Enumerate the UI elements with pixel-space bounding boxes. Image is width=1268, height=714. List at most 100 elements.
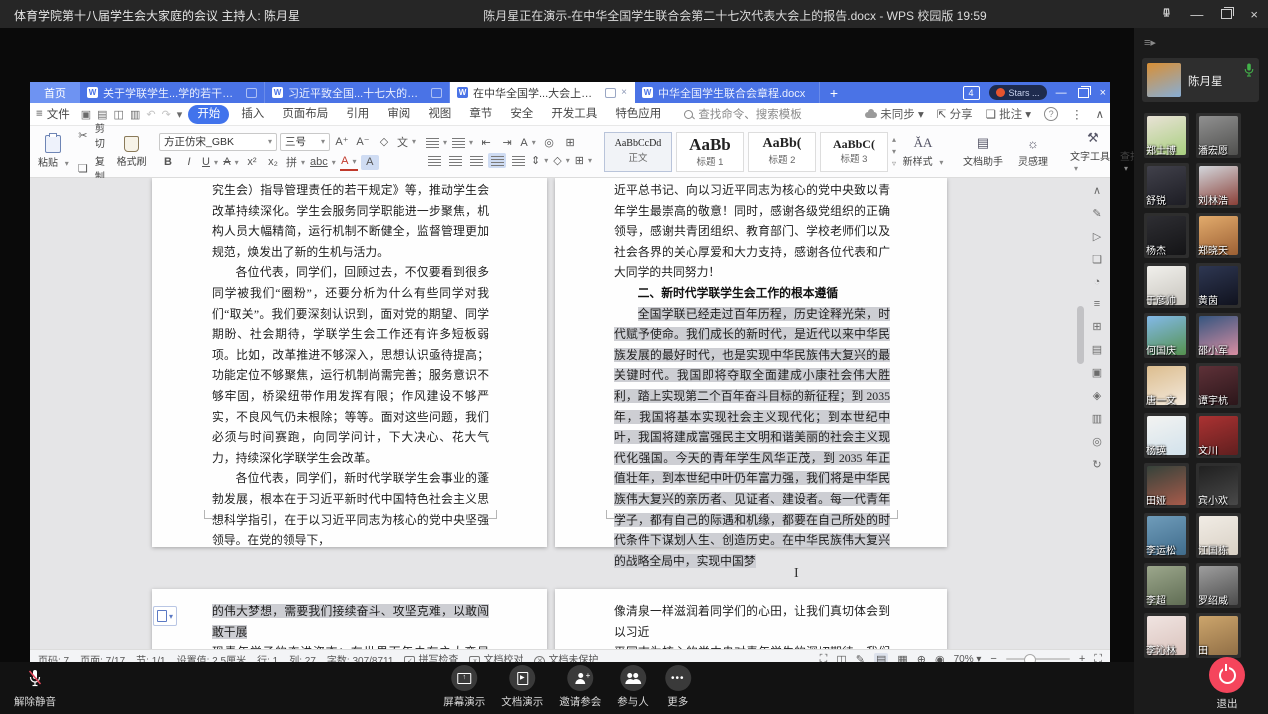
- unmute-button[interactable]: 解除静音: [14, 665, 56, 709]
- style-gallery-down-icon[interactable]: ▾: [892, 147, 896, 156]
- restore-button[interactable]: [1221, 9, 1232, 19]
- scroll-up-icon[interactable]: ∧: [1093, 184, 1101, 197]
- increase-font-icon[interactable]: A⁺: [333, 134, 351, 149]
- char-scale-button[interactable]: A▾: [519, 135, 537, 150]
- participant-tile[interactable]: 杨杰: [1144, 213, 1189, 258]
- select-cursor-icon[interactable]: ▷: [1093, 230, 1101, 243]
- participant-tile[interactable]: 唐一文: [1144, 363, 1189, 408]
- subscript-button[interactable]: x₂: [264, 155, 282, 170]
- participant-tile[interactable]: 杨瑛: [1144, 413, 1189, 458]
- bullets-button[interactable]: ▾: [425, 135, 448, 150]
- participant-tile[interactable]: 李超: [1144, 563, 1189, 608]
- more-button[interactable]: ••• 更多: [665, 665, 691, 709]
- sync-status[interactable]: 未同步 ▾: [865, 106, 923, 122]
- document-area[interactable]: 究生会）指导管理责任的若干规定》等，推动学生会改革持续深化。学生会服务同学职能进…: [30, 178, 1110, 649]
- command-search[interactable]: 查找命令、搜索模板: [684, 106, 802, 122]
- participant-tile[interactable]: 李沁林: [1144, 613, 1189, 658]
- bold-button[interactable]: B: [159, 155, 177, 170]
- participant-tile[interactable]: 田: [1196, 613, 1241, 658]
- doc-page-right[interactable]: 近平总书记、向以习近平同志为核心的党中央致以青年学生最崇高的敬意！同时，感谢各级…: [555, 178, 947, 547]
- enclose-char-button[interactable]: ◎: [540, 135, 558, 150]
- menu-dev-tools[interactable]: 开发工具: [542, 105, 606, 124]
- participant-tile[interactable]: 潘宏愿: [1196, 113, 1241, 158]
- align-center-button[interactable]: [446, 153, 464, 168]
- print-preview-icon[interactable]: ▥: [130, 108, 140, 121]
- participant-tile[interactable]: 宾小欢: [1196, 463, 1241, 508]
- history-pane-icon[interactable]: ↻: [1092, 458, 1101, 471]
- edit-pen-icon[interactable]: ✎: [1092, 207, 1101, 220]
- highlight-color-button[interactable]: A: [361, 155, 379, 170]
- asian-layout-button[interactable]: ⊞: [561, 135, 579, 150]
- underline-button[interactable]: U▾: [201, 155, 219, 170]
- borders-button[interactable]: ⊞▾: [574, 153, 593, 168]
- phonetic-guide-button[interactable]: 拼▾: [285, 155, 306, 170]
- wps-close-button[interactable]: ×: [1100, 87, 1106, 99]
- tab-doc2[interactable]: W 习近平致全国...十七大的贺信: [265, 82, 450, 103]
- wps-restore-button[interactable]: [1078, 88, 1089, 98]
- font-family-select[interactable]: 方正仿宋_GBK▾: [159, 133, 277, 151]
- screen-share-button[interactable]: ↑ 屏幕演示: [443, 665, 485, 709]
- redo-icon[interactable]: ↷: [162, 108, 171, 121]
- participant-tile[interactable]: 李运松: [1144, 513, 1189, 558]
- grid-pane-icon[interactable]: ⊞: [1092, 320, 1101, 333]
- align-left-button[interactable]: [425, 153, 443, 168]
- host-tile[interactable]: 陈月星: [1142, 58, 1259, 102]
- style-gallery-more-icon[interactable]: ▿: [892, 159, 896, 168]
- menu-view[interactable]: 视图: [419, 105, 460, 124]
- style-gallery-up-icon[interactable]: ▴: [892, 135, 896, 144]
- participant-tile[interactable]: 邵小军: [1196, 313, 1241, 358]
- help-pane-icon[interactable]: ◎: [1092, 435, 1102, 448]
- comment-button[interactable]: ❏ 批注 ▾: [986, 106, 1031, 122]
- paste-button[interactable]: 粘贴 ▾: [37, 135, 70, 169]
- decrease-font-icon[interactable]: A⁻: [354, 134, 372, 149]
- superscript-button[interactable]: x²: [243, 155, 261, 170]
- style-heading1[interactable]: AaBb 标题 1: [676, 132, 744, 172]
- participant-tile[interactable]: 文川: [1196, 413, 1241, 458]
- menu-security[interactable]: 安全: [501, 105, 542, 124]
- undo-icon[interactable]: ↶: [146, 108, 155, 121]
- decrease-indent-button[interactable]: ⇤: [477, 135, 495, 150]
- style-heading2[interactable]: AaBb( 标题 2: [748, 132, 816, 172]
- stars-widget[interactable]: Stars ...: [989, 85, 1047, 100]
- more-commands-icon[interactable]: ▾: [177, 108, 183, 121]
- participant-tile[interactable]: 郑晓天: [1196, 213, 1241, 258]
- comment-tool-icon[interactable]: ❏: [1092, 253, 1102, 266]
- share-button[interactable]: ⇱ 分享: [937, 106, 973, 122]
- menu-section[interactable]: 章节: [460, 105, 501, 124]
- collapse-sidebar-icon[interactable]: ≡▸: [1144, 36, 1156, 49]
- shading-button[interactable]: ◇▾: [552, 153, 570, 168]
- participant-tile[interactable]: 何国庆: [1144, 313, 1189, 358]
- file-menu[interactable]: ≡ 文件: [36, 106, 70, 122]
- clip-pane-icon[interactable]: ▣: [1092, 366, 1102, 379]
- char-shading-button[interactable]: abc▾: [309, 155, 337, 170]
- tab-doc4[interactable]: W 中华全国学生联合会章程.docx: [635, 82, 820, 103]
- bookmark-pane-icon[interactable]: ▥: [1092, 412, 1102, 425]
- save-icon[interactable]: ▣: [81, 108, 91, 121]
- inspiration-button[interactable]: ☼ 灵感理: [1010, 135, 1056, 168]
- participant-tile[interactable]: 罗绍威: [1196, 563, 1241, 608]
- text-tools-button[interactable]: ⚒ 文字工具 ▾: [1070, 130, 1116, 174]
- participant-tile[interactable]: 黄茵: [1196, 263, 1241, 308]
- menu-review[interactable]: 审阅: [378, 105, 419, 124]
- export-pdf-icon[interactable]: ◫: [114, 108, 124, 121]
- overflow-menu-icon[interactable]: ⋮: [1071, 107, 1083, 121]
- style-heading3[interactable]: AaBbC( 标题 3: [820, 132, 888, 172]
- collapse-ribbon-icon[interactable]: ∧: [1096, 107, 1104, 121]
- shape-pane-icon[interactable]: ◈: [1093, 389, 1101, 402]
- doc-assistant-button[interactable]: ▤ 文档助手: [960, 135, 1006, 168]
- help-icon[interactable]: ?: [1044, 107, 1058, 121]
- doc-page-right-next[interactable]: 像清泉一样滋润着同学们的心田，让我们真切体会到以习近 平同志为核心的党中央对青年…: [555, 589, 947, 649]
- increase-indent-button[interactable]: ⇥: [498, 135, 516, 150]
- vertical-scrollbar[interactable]: [1077, 306, 1084, 364]
- style-normal[interactable]: AaBbCcDd 正文: [604, 132, 672, 172]
- justify-button[interactable]: [488, 153, 506, 168]
- italic-button[interactable]: I: [180, 155, 198, 170]
- tab-close-icon[interactable]: ×: [621, 87, 627, 98]
- text-effects-icon[interactable]: 文▾: [396, 134, 417, 149]
- strikethrough-button[interactable]: A▾: [222, 155, 240, 170]
- exit-meeting-button[interactable]: [1209, 657, 1245, 693]
- notification-badge[interactable]: 4: [963, 86, 980, 100]
- numbering-button[interactable]: ▾: [451, 135, 474, 150]
- font-color-button[interactable]: A▾: [340, 154, 358, 171]
- menu-references[interactable]: 引用: [337, 105, 378, 124]
